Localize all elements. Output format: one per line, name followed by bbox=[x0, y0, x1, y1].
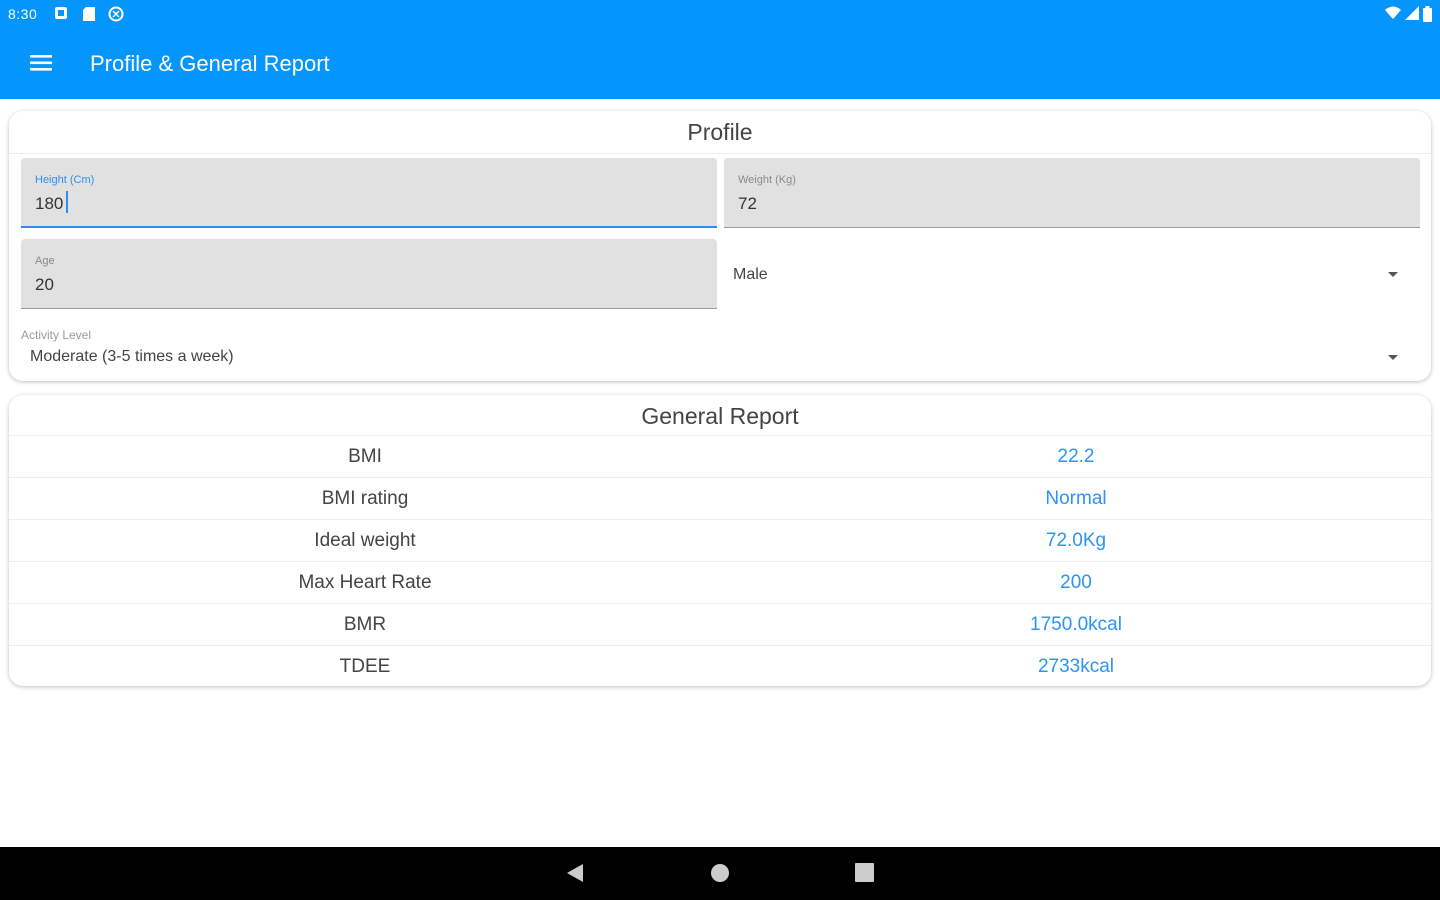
activity-select[interactable]: Moderate (3-5 times a week) bbox=[21, 343, 1420, 373]
menu-icon bbox=[30, 55, 52, 71]
gender-value: Male bbox=[733, 266, 768, 283]
report-row-bmr: BMR 1750.0kcal bbox=[9, 603, 1431, 646]
report-key: BMI bbox=[348, 446, 382, 467]
height-label: Height (Cm) bbox=[35, 174, 95, 186]
report-key: Ideal weight bbox=[314, 530, 416, 551]
report-row-tdee: TDEE 2733kcal bbox=[9, 645, 1431, 688]
report-value: 2733kcal bbox=[1037, 656, 1115, 677]
report-title: General Report bbox=[641, 403, 799, 429]
age-label: Age bbox=[35, 255, 55, 267]
home-icon bbox=[711, 864, 729, 882]
notification-icon bbox=[54, 6, 68, 22]
text-cursor bbox=[66, 191, 68, 213]
sd-card-icon bbox=[82, 6, 96, 22]
status-time: 8:30 bbox=[8, 6, 38, 22]
weight-field[interactable]: Weight (Kg) 72 bbox=[724, 158, 1420, 228]
report-row-ideal-weight: Ideal weight 72.0Kg bbox=[9, 519, 1431, 562]
profile-card: Profile Height (Cm) 180 Weight (Kg) 72 A… bbox=[9, 111, 1431, 381]
menu-button[interactable] bbox=[26, 50, 56, 80]
gender-select[interactable]: Male bbox=[724, 239, 1420, 309]
home-button[interactable] bbox=[710, 863, 730, 888]
status-bar: 8:30 bbox=[0, 0, 1440, 30]
battery-icon bbox=[1423, 6, 1432, 25]
report-key: BMR bbox=[343, 614, 387, 635]
report-row-bmi-rating: BMI rating Normal bbox=[9, 477, 1431, 520]
age-field[interactable]: Age 20 bbox=[21, 239, 717, 309]
recents-icon bbox=[855, 863, 874, 882]
report-card: General Report BMI 22.2 BMI rating Norma… bbox=[9, 395, 1431, 686]
report-row-max-heart-rate: Max Heart Rate 200 bbox=[9, 561, 1431, 604]
report-key: Max Heart Rate bbox=[298, 572, 432, 593]
wifi-icon bbox=[1385, 6, 1401, 25]
page-title: Profile & General Report bbox=[90, 51, 330, 76]
report-row-bmi: BMI 22.2 bbox=[9, 435, 1431, 478]
report-value: 72.0Kg bbox=[1045, 530, 1107, 551]
app-bar: 8:30 Profile & General Report bbox=[0, 0, 1440, 99]
height-field[interactable]: Height (Cm) 180 bbox=[21, 158, 717, 228]
dropdown-arrow-icon bbox=[1388, 272, 1398, 277]
report-value: 1750.0kcal bbox=[1030, 614, 1122, 635]
divider bbox=[9, 153, 1431, 154]
back-icon bbox=[567, 864, 583, 882]
report-value: 200 bbox=[1060, 572, 1092, 593]
profile-title: Profile bbox=[687, 119, 753, 145]
report-key: BMI rating bbox=[321, 488, 409, 509]
back-button[interactable] bbox=[566, 863, 584, 888]
signal-icon bbox=[1405, 6, 1419, 25]
report-value: Normal bbox=[1045, 488, 1107, 509]
weight-label: Weight (Kg) bbox=[738, 174, 796, 186]
status-right-icons bbox=[1385, 6, 1432, 25]
height-input[interactable]: 180 bbox=[35, 194, 635, 214]
recents-button[interactable] bbox=[855, 863, 874, 887]
sync-icon bbox=[108, 6, 124, 22]
weight-input[interactable]: 72 bbox=[738, 194, 1338, 214]
activity-label: Activity Level bbox=[21, 328, 92, 342]
dropdown-arrow-icon bbox=[1388, 355, 1398, 360]
navigation-bar bbox=[0, 847, 1440, 900]
report-key: TDEE bbox=[339, 656, 391, 677]
age-input[interactable]: 20 bbox=[35, 275, 635, 295]
report-value: 22.2 bbox=[1057, 446, 1095, 467]
activity-value: Moderate (3-5 times a week) bbox=[30, 348, 234, 365]
